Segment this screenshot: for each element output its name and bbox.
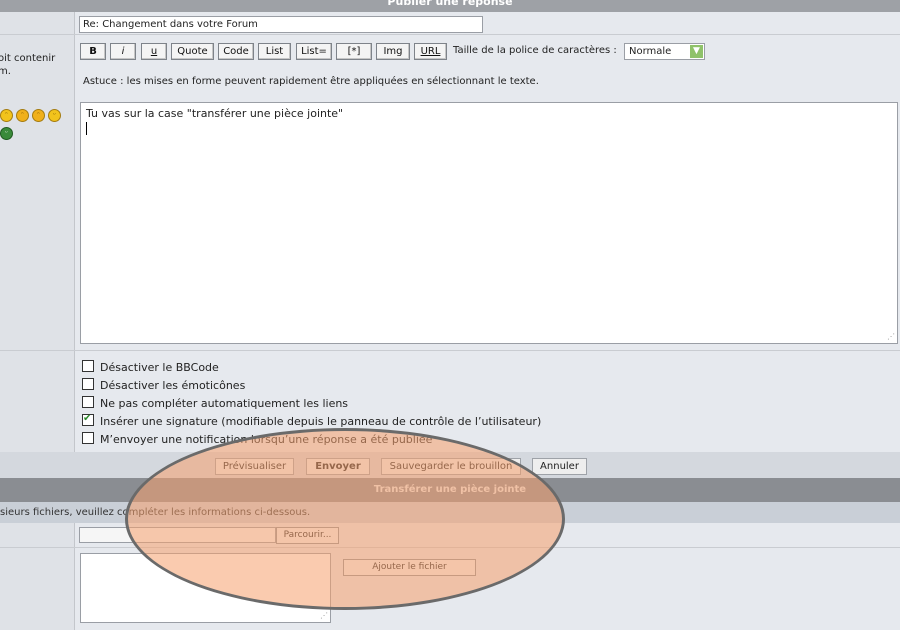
- divider: [0, 547, 900, 548]
- divider: [0, 350, 900, 351]
- img-button[interactable]: Img: [376, 43, 410, 60]
- list-item-button[interactable]: [*]: [336, 43, 372, 60]
- underline-button[interactable]: u: [141, 43, 167, 60]
- option-label: Ne pas compléter automatiquement les lie…: [100, 397, 349, 410]
- attachment-header: Transférer une pièce jointe: [0, 478, 900, 502]
- preview-button[interactable]: Prévisualiser: [215, 458, 294, 475]
- list-button[interactable]: List: [258, 43, 291, 60]
- italic-button[interactable]: i: [110, 43, 136, 60]
- url-button[interactable]: URL: [414, 43, 447, 60]
- smiley-wink-icon[interactable]: ᵕ: [48, 109, 61, 122]
- option-label: Insérer une signature (modifiable depuis…: [100, 415, 542, 428]
- checkbox[interactable]: [82, 378, 94, 390]
- smiley-sick-icon[interactable]: ᵕ: [0, 127, 13, 140]
- option-notify[interactable]: M’envoyer une notification lorsqu’une ré…: [82, 432, 432, 446]
- checkbox[interactable]: [82, 360, 94, 372]
- smiley-grin-icon[interactable]: ᵔ: [0, 109, 13, 122]
- chevron-down-icon[interactable]: ▼: [690, 45, 703, 58]
- option-disable-magic-url[interactable]: Ne pas compléter automatiquement les lie…: [82, 396, 348, 410]
- file-path-input[interactable]: [79, 527, 276, 543]
- subject-hint-line-1: oit contenir: [0, 53, 56, 64]
- attachment-info: sieurs fichiers, veuillez compléter les …: [0, 502, 900, 523]
- quote-button[interactable]: Quote: [171, 43, 214, 60]
- resize-grip-icon[interactable]: ⋰: [887, 332, 895, 341]
- post-reply-header: Publier une réponse: [0, 0, 900, 12]
- resize-grip-icon[interactable]: ⋰: [320, 611, 328, 620]
- add-file-button[interactable]: Ajouter le fichier: [343, 559, 476, 576]
- font-size-select[interactable]: Normale ▼: [624, 43, 705, 60]
- font-size-label: Taille de la police de caractères :: [453, 45, 617, 56]
- option-label: Désactiver les émoticônes: [100, 379, 246, 392]
- divider: [0, 34, 900, 35]
- font-size-value: Normale: [629, 46, 672, 57]
- left-column: [0, 12, 74, 452]
- subject-input[interactable]: Re: Changement dans votre Forum: [79, 16, 483, 33]
- left-column-divider: [74, 12, 75, 452]
- subject-hint-line-2: m.: [0, 66, 11, 77]
- cancel-button[interactable]: Annuler: [532, 458, 587, 475]
- formatting-tip: Astuce : les mises en forme peuvent rapi…: [83, 76, 539, 87]
- option-disable-smilies[interactable]: Désactiver les émoticônes: [82, 378, 245, 392]
- post-reply-title: Publier une réponse: [387, 0, 513, 8]
- browse-button[interactable]: Parcourir...: [276, 527, 339, 544]
- smiley-mad-icon[interactable]: ᵔ: [32, 109, 45, 122]
- checkbox[interactable]: [82, 396, 94, 408]
- checkbox[interactable]: [82, 432, 94, 444]
- left-column-attach-divider: [74, 523, 75, 630]
- checkbox-checked[interactable]: [82, 412, 94, 426]
- send-button[interactable]: Envoyer: [306, 458, 370, 475]
- message-text: Tu vas sur la case "transférer une pièce…: [86, 107, 344, 120]
- code-button[interactable]: Code: [218, 43, 254, 60]
- subject-hint: oit contenir m.: [0, 52, 55, 78]
- bold-button[interactable]: B: [80, 43, 106, 60]
- option-label: Désactiver le BBCode: [100, 361, 219, 374]
- save-draft-button[interactable]: Sauvegarder le brouillon: [381, 458, 521, 475]
- file-comment-textarea[interactable]: ⋰: [80, 553, 331, 623]
- message-textarea[interactable]: Tu vas sur la case "transférer une pièce…: [80, 102, 898, 344]
- option-attach-signature[interactable]: Insérer une signature (modifiable depuis…: [82, 412, 542, 428]
- smiley-devil-icon[interactable]: ᵔ: [16, 109, 29, 122]
- left-column-attach: [0, 523, 74, 630]
- text-cursor: [86, 122, 87, 135]
- option-disable-bbcode[interactable]: Désactiver le BBCode: [82, 360, 219, 374]
- list-ordered-button[interactable]: List=: [296, 43, 332, 60]
- option-label: M’envoyer une notification lorsqu’une ré…: [100, 433, 433, 446]
